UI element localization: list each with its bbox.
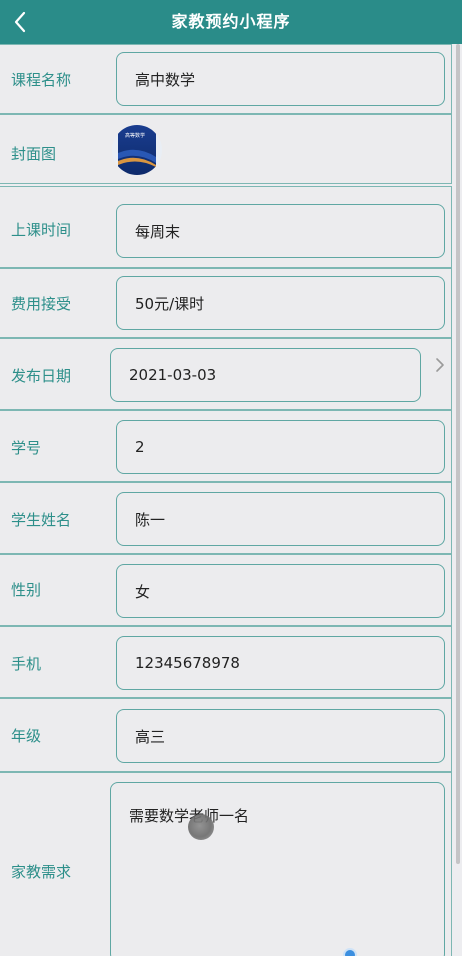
form-row-fee: 费用接受 50元/课时 bbox=[0, 268, 452, 338]
gender-label: 性别 bbox=[11, 581, 42, 599]
textarea-resize-handle[interactable] bbox=[343, 948, 357, 956]
student-name-label: 学生姓名 bbox=[11, 511, 72, 529]
page-title: 家教预约小程序 bbox=[171, 12, 291, 31]
tutor-needs-textarea[interactable]: 需要数学老师一名 bbox=[110, 782, 445, 956]
touch-cursor-indicator bbox=[188, 814, 214, 840]
student-name-input[interactable]: 陈一 bbox=[116, 492, 445, 546]
form-row-grade: 年级 高三 bbox=[0, 698, 452, 772]
form-row-gender: 性别 女 bbox=[0, 554, 452, 626]
form-row-cover: 封面图 高等数学 bbox=[0, 114, 452, 184]
grade-label: 年级 bbox=[11, 727, 42, 745]
cover-image[interactable]: 高等数学 bbox=[112, 123, 162, 177]
course-name-label: 课程名称 bbox=[11, 71, 72, 89]
form-row-class-time: 上课时间 每周末 bbox=[0, 186, 452, 268]
chevron-right-icon[interactable] bbox=[433, 356, 447, 374]
course-name-input[interactable]: 高中数学 bbox=[116, 52, 445, 106]
form-row-student-name: 学生姓名 陈一 bbox=[0, 482, 452, 554]
form-row-phone: 手机 12345678978 bbox=[0, 626, 452, 698]
student-id-input[interactable]: 2 bbox=[116, 420, 445, 474]
form-row-course-name: 课程名称 高中数学 bbox=[0, 44, 452, 114]
phone-input[interactable]: 12345678978 bbox=[116, 636, 445, 690]
tutor-needs-label: 家教需求 bbox=[11, 863, 72, 881]
fee-label: 费用接受 bbox=[11, 295, 72, 313]
cover-label: 封面图 bbox=[11, 145, 57, 163]
grade-input[interactable]: 高三 bbox=[116, 709, 445, 763]
student-id-label: 学号 bbox=[11, 439, 42, 457]
cover-title: 高等数学 bbox=[125, 133, 146, 139]
class-time-label: 上课时间 bbox=[11, 221, 72, 239]
class-time-input[interactable]: 每周末 bbox=[116, 204, 445, 258]
gender-input[interactable]: 女 bbox=[116, 564, 445, 618]
top-bar: 家教预约小程序 bbox=[0, 0, 462, 44]
form-row-publish-date: 发布日期 2021-03-03 bbox=[0, 338, 452, 410]
form-row-student-id: 学号 2 bbox=[0, 410, 452, 482]
publish-date-picker[interactable]: 2021-03-03 bbox=[110, 348, 421, 402]
fee-input[interactable]: 50元/课时 bbox=[116, 276, 445, 330]
scrollbar-thumb[interactable] bbox=[456, 44, 460, 864]
form-row-tutor-needs: 家教需求 需要数学老师一名 bbox=[0, 772, 452, 956]
phone-label: 手机 bbox=[11, 655, 42, 673]
publish-date-label: 发布日期 bbox=[11, 367, 72, 385]
